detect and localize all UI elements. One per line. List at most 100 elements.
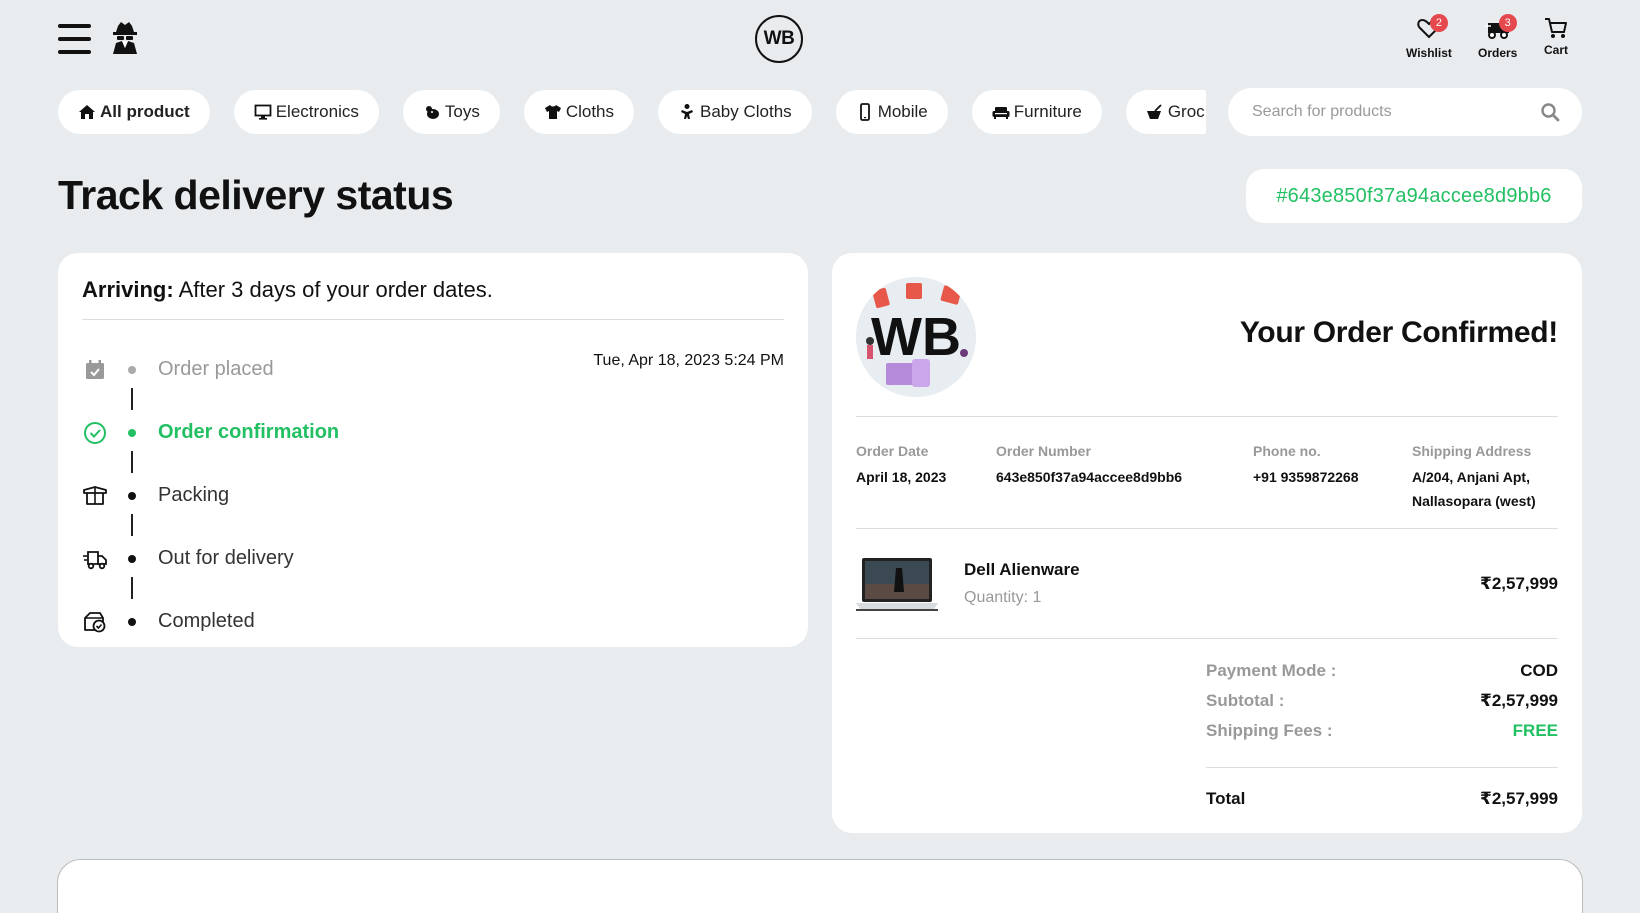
phone-value: +91 9359872268 — [1253, 469, 1359, 485]
step-packing: Packing — [82, 464, 784, 527]
wishlist-label: Wishlist — [1406, 46, 1452, 60]
payment-mode-label: Payment Mode : — [1206, 661, 1337, 680]
payment-mode-line: Payment Mode : COD — [1206, 661, 1558, 681]
step-dot — [128, 554, 136, 563]
order-summary: Payment Mode : COD Subtotal : ₹2,57,999 … — [856, 639, 1558, 808]
shipping-address-line1: A/204, Anjani Apt, — [1412, 469, 1530, 485]
step-completed: Completed — [82, 590, 784, 653]
shipping-address-col: Shipping Address A/204, Anjani Apt, Nall… — [1412, 443, 1536, 528]
step-time: Tue, Apr 18, 2023 5:24 PM — [593, 352, 784, 369]
order-info-row: Order Date April 18, 2023 Order Number 6… — [856, 417, 1558, 529]
order-number-value: 643e850f37a94accee8d9bb6 — [996, 469, 1183, 485]
arriving-label: Arriving: — [82, 277, 174, 302]
category-label: Furniture — [1013, 102, 1082, 121]
wb-shop-logo: WB — [856, 277, 976, 397]
shipping-fees-label: Shipping Fees : — [1206, 721, 1333, 740]
step-dot — [128, 617, 136, 626]
truck-fast-icon — [83, 550, 107, 569]
shipping-address-label: Shipping Address — [1412, 443, 1532, 459]
shipping-fees-line: Shipping Fees : FREE — [1206, 721, 1558, 741]
product-quantity: Quantity: 1 — [964, 589, 1042, 606]
order-date-col: Order Date April 18, 2023 — [856, 443, 996, 528]
category-label: All product — [100, 102, 190, 121]
order-number-col: Order Number 643e850f37a94accee8d9bb6 — [996, 443, 1253, 528]
monitor-icon — [254, 104, 272, 120]
category-cloths[interactable]: Cloths — [523, 90, 635, 134]
baby-icon — [681, 104, 694, 119]
search-input[interactable] — [1252, 103, 1540, 121]
wb-logo-text: WB — [871, 307, 961, 367]
home-icon — [79, 105, 95, 119]
category-label: Baby Cloths — [700, 102, 792, 121]
cart-button[interactable]: Cart — [1543, 16, 1569, 57]
wishlist-button[interactable]: 2 Wishlist — [1406, 14, 1452, 60]
tshirt-icon — [544, 105, 561, 119]
order-date-value: April 18, 2023 — [856, 469, 947, 485]
step-dot — [128, 428, 136, 437]
arriving-text: After 3 days of your order dates. — [178, 277, 493, 302]
order-number-label: Order Number — [996, 443, 1091, 459]
step-dot — [128, 491, 136, 500]
step-label: Out for delivery — [158, 547, 294, 569]
category-furniture[interactable]: Furniture — [971, 90, 1102, 134]
product-name[interactable]: Dell Alienware — [964, 560, 1080, 580]
order-date-label: Order Date — [856, 443, 929, 459]
payment-mode-value: COD — [1520, 661, 1558, 680]
product-price: ₹2,57,999 — [1479, 573, 1558, 593]
wishlist-count-badge: 2 — [1429, 14, 1448, 32]
category-grocery[interactable]: Groc — [1125, 90, 1206, 134]
category-electronics[interactable]: Electronics — [233, 90, 379, 134]
tracking-timeline: Order placed Tue, Apr 18, 2023 5:24 PM O… — [82, 338, 784, 653]
subtotal-label: Subtotal : — [1206, 691, 1285, 710]
order-confirmation-card: WB Your Order Confirmed! Order Date Apri… — [832, 253, 1582, 833]
category-all-product[interactable]: All product — [58, 90, 210, 134]
search-bar — [1228, 88, 1582, 136]
cart-label: Cart — [1543, 43, 1568, 57]
category-bar: All product Electronics Toys Cloths Baby… — [58, 90, 1206, 134]
shipping-address-line2: Nallasopara (west) — [1412, 493, 1536, 509]
step-label: Order placed — [158, 358, 274, 380]
spy-icon[interactable] — [110, 22, 140, 54]
orders-label: Orders — [1478, 46, 1518, 60]
category-label: Cloths — [565, 102, 615, 121]
category-label: Mobile — [877, 102, 928, 121]
total-divider — [1206, 767, 1558, 768]
step-label: Order confirmation — [158, 421, 340, 443]
arriving-info: Arriving: After 3 days of your order dat… — [82, 277, 784, 320]
box-icon — [83, 485, 107, 505]
subtotal-value: ₹2,57,999 — [1479, 691, 1558, 710]
category-mobile[interactable]: Mobile — [835, 90, 948, 134]
toy-icon — [425, 106, 439, 119]
order-id-badge: #643e850f37a94accee8d9bb6 — [1246, 169, 1582, 223]
total-label: Total — [1206, 789, 1246, 808]
step-order-placed: Order placed Tue, Apr 18, 2023 5:24 PM — [82, 338, 784, 401]
check-circle-icon — [84, 421, 106, 444]
menu-icon[interactable] — [58, 24, 91, 54]
cart-icon — [1545, 18, 1567, 38]
grocery-icon — [1146, 104, 1162, 119]
tracking-card: Arriving: After 3 days of your order dat… — [58, 253, 808, 647]
step-label: Packing — [158, 484, 230, 506]
total-value: ₹2,57,999 — [1479, 789, 1558, 808]
step-label: Completed — [158, 610, 255, 632]
orders-button[interactable]: 3 Orders — [1478, 14, 1518, 60]
category-toys[interactable]: Toys — [402, 90, 500, 134]
shipping-fees-value: FREE — [1512, 721, 1558, 740]
product-row: Dell Alienware Quantity: 1 ₹2,57,999 — [856, 529, 1558, 639]
total-line: Total ₹2,57,999 — [1206, 789, 1558, 809]
step-order-confirmation: Order confirmation — [82, 401, 784, 464]
laptop-product-image[interactable] — [856, 556, 938, 612]
category-baby-cloths[interactable]: Baby Cloths — [658, 90, 812, 134]
couch-icon — [992, 107, 1010, 119]
search-icon[interactable] — [1540, 102, 1560, 122]
mobile-icon — [859, 103, 870, 121]
subtotal-line: Subtotal : ₹2,57,999 — [1206, 691, 1558, 711]
confirmation-header: WB Your Order Confirmed! — [856, 253, 1558, 417]
confirmation-title: Your Order Confirmed! — [1239, 316, 1558, 349]
calendar-check-icon — [86, 359, 104, 379]
category-label: Toys — [444, 102, 480, 121]
site-logo[interactable]: WB — [755, 15, 803, 63]
orders-count-badge: 3 — [1498, 14, 1517, 32]
phone-label: Phone no. — [1253, 443, 1321, 459]
phone-col: Phone no. +91 9359872268 — [1253, 443, 1412, 528]
